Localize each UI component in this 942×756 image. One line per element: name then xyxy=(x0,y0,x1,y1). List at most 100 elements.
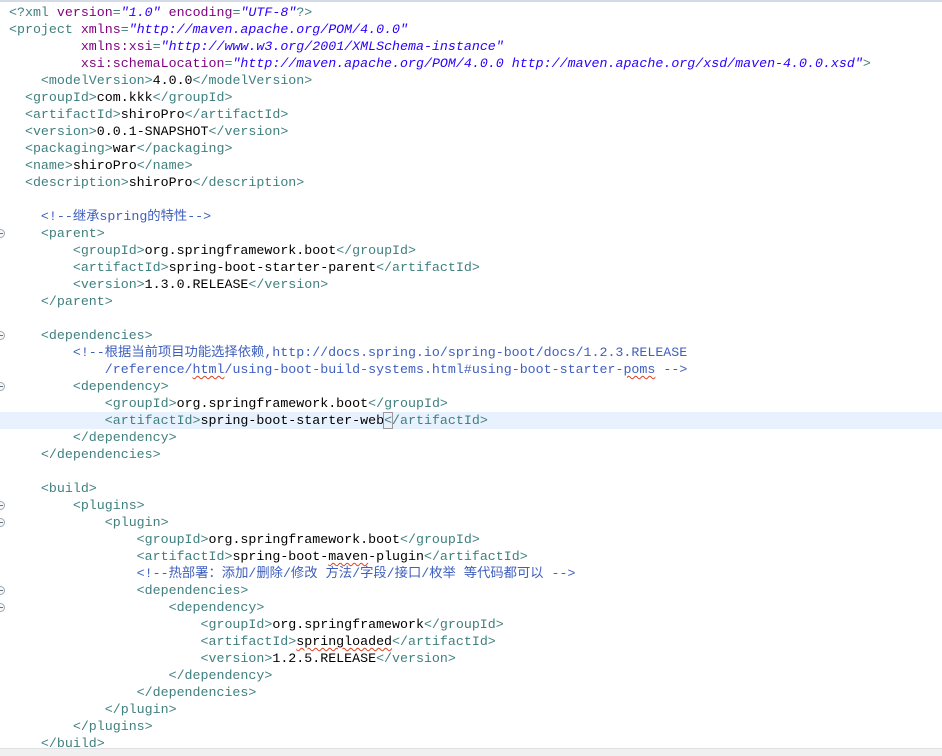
code-line[interactable]: <modelVersion>4.0.0</modelVersion> xyxy=(0,72,942,89)
xml-attribute-value: "1.0" xyxy=(120,5,161,20)
xml-tag: <version> xyxy=(24,124,97,139)
code-line[interactable] xyxy=(0,463,942,480)
xml-tag: </version> xyxy=(208,124,289,139)
code-line[interactable] xyxy=(0,191,942,208)
code-line[interactable]: /reference/html/using-boot-build-systems… xyxy=(0,361,942,378)
xml-tag: </groupId> xyxy=(336,243,416,258)
fold-collapse-icon[interactable] xyxy=(0,603,5,612)
code-line[interactable]: <version>1.3.0.RELEASE</version> xyxy=(0,276,942,293)
code-line[interactable]: <plugins> xyxy=(0,497,942,514)
line-content: xsi:schemaLocation="http://maven.apache.… xyxy=(9,55,871,72)
code-line[interactable]: </plugins> xyxy=(0,718,942,735)
xml-tag: </artifactId> xyxy=(423,549,528,564)
xml-text-spelling-warning: springloaded xyxy=(296,634,393,649)
fold-collapse-icon[interactable] xyxy=(0,229,5,238)
xml-tag: </plugins> xyxy=(72,719,153,734)
code-line[interactable]: xsi:schemaLocation="http://maven.apache.… xyxy=(0,55,942,72)
xml-tag: </packaging> xyxy=(136,141,233,156)
xml-comment-spelling-warning: poms xyxy=(623,362,656,377)
code-line[interactable]: <artifactId>shiroPro</artifactId> xyxy=(0,106,942,123)
code-line[interactable]: <groupId>org.springframework</groupId> xyxy=(0,616,942,633)
line-content: <version>1.2.5.RELEASE</version> xyxy=(9,650,456,667)
code-line[interactable]: <groupId>org.springframework.boot</group… xyxy=(0,395,942,412)
xml-tag: <artifactId> xyxy=(72,260,169,275)
code-line[interactable]: <name>shiroPro</name> xyxy=(0,157,942,174)
xml-attribute-value: "http://maven.apache.org/POM/4.0.0" xyxy=(128,22,408,37)
line-content: <parent> xyxy=(9,225,105,242)
xml-tag: </groupId> xyxy=(368,396,448,411)
code-line[interactable]: <packaging>war</packaging> xyxy=(0,140,942,157)
xml-tag: <artifactId> xyxy=(136,549,233,564)
xml-text: com.kkk xyxy=(96,90,153,105)
code-line[interactable]: </dependencies> xyxy=(0,446,942,463)
xml-tag: <dependency> xyxy=(168,600,265,615)
code-line[interactable]: </dependency> xyxy=(0,429,942,446)
code-line[interactable]: <dependencies> xyxy=(0,582,942,599)
fold-collapse-icon[interactable] xyxy=(0,586,5,595)
line-content: <dependencies> xyxy=(9,582,249,599)
current-code-line[interactable]: <artifactId>spring-boot-starter-web</art… xyxy=(0,412,942,429)
xml-tag xyxy=(161,5,169,20)
xml-tag: ?> xyxy=(296,5,313,20)
xml-comment-spelling-warning: html xyxy=(192,362,225,377)
xml-tag: <groupId> xyxy=(104,396,177,411)
fold-collapse-icon[interactable] xyxy=(0,331,5,340)
code-line[interactable]: <!--热部署：添加/删除/修改 方法/字段/接口/枚举 等代码都可以 --> xyxy=(0,565,942,582)
xml-comment: --> xyxy=(655,362,688,377)
xml-attribute-name: xmlns:xsi xyxy=(80,39,153,54)
code-line[interactable]: </plugin> xyxy=(0,701,942,718)
line-content: <project xmlns="http://maven.apache.org/… xyxy=(9,21,408,38)
line-content: <!--热部署：添加/删除/修改 方法/字段/接口/枚举 等代码都可以 --> xyxy=(9,565,576,582)
xml-comment: /reference/ xyxy=(104,362,193,377)
xml-text: spring-boot-starter-parent xyxy=(168,260,377,275)
xml-text: -plugin xyxy=(368,549,424,564)
fold-collapse-icon[interactable] xyxy=(0,518,5,527)
code-line[interactable]: <build> xyxy=(0,480,942,497)
code-line[interactable]: <groupId>com.kkk</groupId> xyxy=(0,89,942,106)
code-line[interactable]: <!--根据当前项目功能选择依赖,http://docs.spring.io/s… xyxy=(0,344,942,361)
code-line[interactable]: </dependencies> xyxy=(0,684,942,701)
xml-tag: <groupId> xyxy=(24,90,97,105)
code-line[interactable]: <dependencies> xyxy=(0,327,942,344)
xml-tag: </modelVersion> xyxy=(192,73,313,88)
xml-attribute-value: "UTF-8" xyxy=(240,5,297,20)
xml-tag: </dependency> xyxy=(168,668,273,683)
code-line[interactable]: <plugin> xyxy=(0,514,942,531)
code-line[interactable]: </dependency> xyxy=(0,667,942,684)
code-line[interactable]: <project xmlns="http://maven.apache.org/… xyxy=(0,21,942,38)
code-line[interactable]: <artifactId>spring-boot-starter-parent</… xyxy=(0,259,942,276)
code-line[interactable] xyxy=(0,310,942,327)
xml-tag: </groupId> xyxy=(152,90,233,105)
xml-tag: <plugin> xyxy=(104,515,169,530)
fold-collapse-icon[interactable] xyxy=(0,382,5,391)
code-line[interactable]: <!--继承spring的特性--> xyxy=(0,208,942,225)
fold-collapse-icon[interactable] xyxy=(0,501,5,510)
code-line[interactable]: <?xml version="1.0" encoding="UTF-8"?> xyxy=(0,4,942,21)
code-line[interactable]: <description>shiroPro</description> xyxy=(0,174,942,191)
xml-tag: <?xml xyxy=(9,5,57,20)
code-line[interactable]: </parent> xyxy=(0,293,942,310)
code-line[interactable]: <version>0.0.1-SNAPSHOT</version> xyxy=(0,123,942,140)
line-content: /reference/html/using-boot-build-systems… xyxy=(9,361,688,378)
code-line[interactable]: <artifactId>spring-boot-maven-plugin</ar… xyxy=(0,548,942,565)
xml-tag: < xyxy=(383,412,394,429)
code-line[interactable]: <version>1.2.5.RELEASE</version> xyxy=(0,650,942,667)
code-line[interactable]: <dependency> xyxy=(0,378,942,395)
line-content: <groupId>org.springframework.boot</group… xyxy=(9,242,416,259)
xml-tag: </dependency> xyxy=(72,430,177,445)
xml-tag: <build> xyxy=(40,481,97,496)
xml-tag: </artifactId> xyxy=(184,107,289,122)
code-line[interactable]: <artifactId>springloaded</artifactId> xyxy=(0,633,942,650)
line-content: xmlns:xsi="http://www.w3.org/2001/XMLSch… xyxy=(9,38,504,55)
code-line[interactable]: <groupId>org.springframework.boot</group… xyxy=(0,242,942,259)
line-content: <packaging>war</packaging> xyxy=(9,140,233,157)
code-line[interactable]: <parent> xyxy=(0,225,942,242)
line-content: <groupId>com.kkk</groupId> xyxy=(9,89,232,106)
code-line[interactable]: <dependency> xyxy=(0,599,942,616)
code-line[interactable]: <groupId>org.springframework.boot</group… xyxy=(0,531,942,548)
xml-tag: <groupId> xyxy=(200,617,273,632)
code-line[interactable]: xmlns:xsi="http://www.w3.org/2001/XMLSch… xyxy=(0,38,942,55)
xml-text: org.springframework.boot xyxy=(208,532,401,547)
xml-editor[interactable]: <?xml version="1.0" encoding="UTF-8"?> <p… xyxy=(0,0,942,751)
line-content: <version>0.0.1-SNAPSHOT</version> xyxy=(9,123,288,140)
